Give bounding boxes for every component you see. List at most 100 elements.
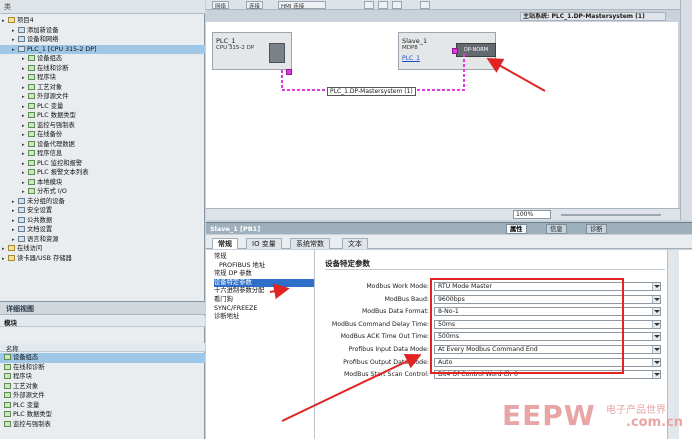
detail-list-item[interactable]: 工艺对象	[0, 382, 205, 392]
parameter-dropdown[interactable]: At Every Modbus Command End	[434, 345, 661, 354]
parameter-dropdown[interactable]: 9600bps	[434, 294, 661, 304]
properties-nav-item[interactable]: 诊断地址	[214, 313, 314, 322]
network-canvas[interactable]: PLC_1 CPU 315-2 DP Slave_1 MDP8 PLC_1 DP…	[206, 22, 678, 208]
zoom-slider[interactable]	[561, 214, 661, 216]
column-name-label: 名称	[6, 346, 19, 353]
tree-item[interactable]: ▸ 监控与强制表	[0, 121, 205, 131]
parameter-label: Profibus Input Data Mode:	[348, 346, 429, 353]
dp-norm-module[interactable]: DP-NORM	[456, 43, 496, 57]
zoom-select[interactable]: 100%	[513, 210, 551, 219]
chevron-down-icon[interactable]	[652, 371, 660, 379]
properties-nav-item[interactable]: PROFIBUS 地址	[214, 262, 314, 271]
toolbar-icon-4[interactable]	[420, 1, 430, 9]
bus-label[interactable]: PLC_1.DP-Mastersystem (1)	[327, 87, 416, 96]
tree-item[interactable]: ▸ 设备和网络	[0, 35, 205, 45]
tree-item[interactable]: ▸ 本地模块	[0, 178, 205, 188]
tree-item[interactable]: ▸ PLC 数据类型	[0, 111, 205, 121]
tree-item[interactable]: ▸ 设备代理数据	[0, 140, 205, 150]
tree-item[interactable]: ▸ 项目4	[0, 16, 205, 26]
sub-tab-system-constants[interactable]: 系统常数	[290, 238, 330, 249]
properties-nav-item[interactable]: 常规 DP 参数	[214, 270, 314, 279]
parameter-value: 50ms	[438, 320, 456, 328]
tree-item[interactable]: ▸ 语言和资源	[0, 235, 205, 245]
parameter-label: ModBus ACK Time Out Time:	[340, 333, 429, 341]
plc-module-icon	[269, 43, 285, 63]
tree-item[interactable]: ▸ PLC 报警文本列表	[0, 168, 205, 178]
tree-item[interactable]: ▸ PLC 监控和报警	[0, 159, 205, 169]
tree-item[interactable]: ▸ 在线备份	[0, 130, 205, 140]
tree-item[interactable]: ▸ PLC_1 [CPU 315-2 DP]	[0, 44, 205, 54]
properties-splitter[interactable]	[314, 250, 315, 439]
tree-item-label: PLC 监控和报警	[37, 159, 83, 167]
properties-nav-item[interactable]: 常规	[214, 253, 314, 262]
watch-table-icon	[28, 121, 35, 128]
detail-list-item[interactable]: PLC 数据类型	[0, 410, 205, 420]
chevron-down-icon[interactable]	[652, 358, 660, 366]
tree-item[interactable]: ▸ 安全设置	[0, 206, 205, 216]
detail-list-item[interactable]: 设备组态	[0, 353, 205, 363]
toolbar-icon-2[interactable]	[378, 1, 388, 9]
chevron-down-icon[interactable]	[652, 308, 660, 316]
plc-device[interactable]: PLC_1 CPU 315-2 DP	[212, 32, 292, 75]
section-title: 设备特定参数	[325, 259, 370, 268]
tree-item[interactable]: ▸ 在线访问	[0, 244, 205, 254]
right-side-scrollbar[interactable]	[680, 0, 692, 220]
chevron-down-icon[interactable]	[652, 333, 660, 341]
tree-item[interactable]: ▸ 分布式 I/O	[0, 187, 205, 197]
tree-item[interactable]: ▸ 未分组的设备	[0, 197, 205, 207]
tree-item[interactable]: ▸ PLC 变量	[0, 102, 205, 112]
sub-tab-io-tags[interactable]: IO 变量	[246, 238, 282, 249]
tree-item[interactable]: ▸ 工艺对象	[0, 83, 205, 93]
tree-item-label: 公共数据	[27, 216, 53, 224]
properties-nav-item[interactable]: 看门狗	[214, 296, 314, 305]
detail-column-header[interactable]: 名称	[0, 343, 205, 353]
parameter-dropdown[interactable]: 8-No-1	[434, 307, 661, 317]
tree-item[interactable]: ▸ 公共数据	[0, 216, 205, 226]
properties-nav-item[interactable]: SYNC/FREEZE	[214, 305, 314, 314]
detail-list-item[interactable]: 在线和诊断	[0, 363, 205, 373]
sub-tab-general[interactable]: 常规	[212, 238, 238, 249]
chevron-down-icon[interactable]	[652, 295, 660, 303]
detail-list-item[interactable]: 外部源文件	[0, 391, 205, 401]
tree-item[interactable]: ▸ 读卡器/USB 存储器	[0, 254, 205, 264]
plc-dp-port[interactable]	[286, 69, 292, 75]
chevron-down-icon[interactable]	[652, 346, 660, 353]
detail-item-label: 外部源文件	[13, 392, 45, 399]
parameter-dropdown[interactable]: RTU Mode Master	[434, 282, 661, 291]
project-tree-header: 类	[0, 0, 205, 14]
tree-item[interactable]: ▸ 文档设置	[0, 225, 205, 235]
detail-list-item[interactable]: 程序块	[0, 372, 205, 382]
tree-item[interactable]: ▸ 程序信息	[0, 149, 205, 159]
parameter-dropdown[interactable]: Auto	[434, 357, 661, 367]
detail-view-tab[interactable]: 模块	[0, 316, 205, 327]
parameter-dropdown[interactable]: 50ms	[434, 319, 661, 329]
tab-info[interactable]: 信息	[546, 224, 567, 234]
tab-diagnostics[interactable]: 诊断	[586, 224, 607, 234]
tab-properties[interactable]: 属性	[506, 224, 527, 234]
parameter-label: ModBus Baud:	[384, 295, 429, 303]
tree-item[interactable]: ▸ 设备组态	[0, 54, 205, 64]
connection-type-select[interactable]: HMI 连接	[278, 1, 326, 10]
properties-nav-item[interactable]: 十六进制参数分配	[214, 287, 314, 296]
slave-master-link[interactable]: PLC_1	[402, 55, 420, 62]
toolbar-icon-1[interactable]	[364, 1, 374, 9]
sub-tab-texts[interactable]: 文本	[342, 238, 368, 249]
slave-device[interactable]: Slave_1 MDP8 PLC_1 DP-NORM	[398, 32, 496, 70]
chevron-down-icon[interactable]	[652, 283, 660, 290]
detail-view-bar[interactable]: 详细视图	[0, 301, 205, 315]
tree-item[interactable]: ▸ 添加新设备	[0, 26, 205, 36]
item-icon	[4, 401, 11, 408]
detail-list-item[interactable]: PLC 变量	[0, 401, 205, 411]
parameter-dropdown[interactable]: Bit4 Of Control Word Clr 0	[434, 370, 661, 380]
parameter-dropdown[interactable]: 500ms	[434, 332, 661, 342]
detail-list-item[interactable]: 监控与强制表	[0, 420, 205, 430]
connection-button[interactable]: 连接	[246, 1, 264, 10]
tree-item[interactable]: ▸ 在线和诊断	[0, 64, 205, 74]
tree-item[interactable]: ▸ 程序块	[0, 73, 205, 83]
plc-icon	[18, 45, 25, 52]
network-button[interactable]: 网络	[212, 1, 230, 10]
toolbar-icon-3[interactable]	[392, 1, 402, 9]
slave-dp-port[interactable]	[452, 48, 458, 54]
chevron-down-icon[interactable]	[652, 320, 660, 328]
tree-item[interactable]: ▸ 外部源文件	[0, 92, 205, 102]
